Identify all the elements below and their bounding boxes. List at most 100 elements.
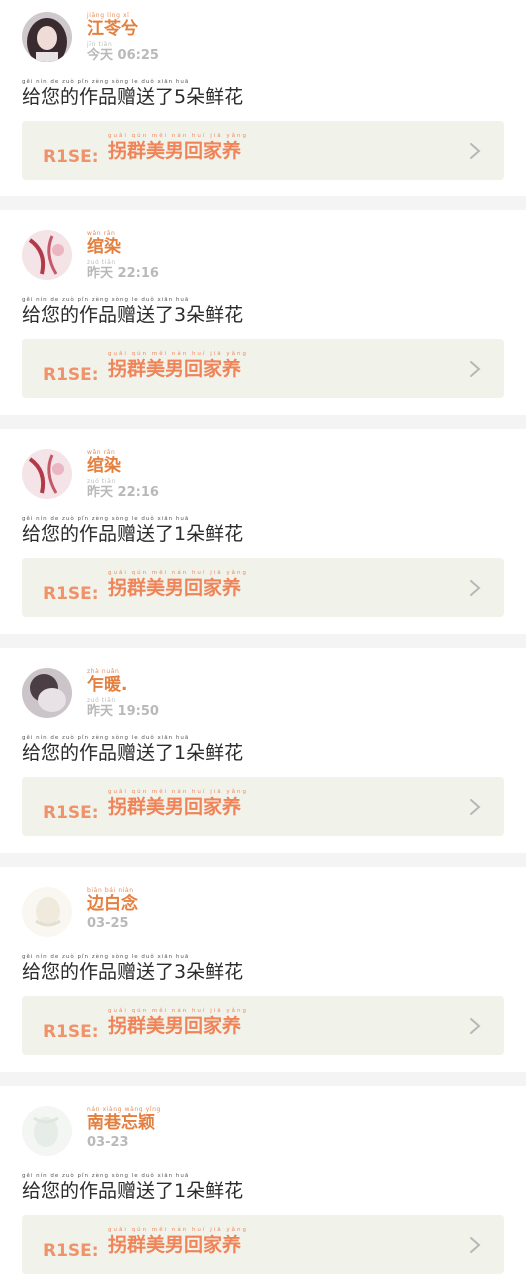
message-block: gěi nín de zuò pǐn zèng sòng le duǒ xiān… bbox=[22, 516, 243, 545]
work-title-block: guǎi qún měi nán huí jiā yǎng 拐群美男回家养 bbox=[108, 351, 248, 380]
name-pinyin: jiāng líng xī bbox=[87, 12, 130, 19]
avatar[interactable] bbox=[22, 887, 72, 937]
chevron-right-icon bbox=[470, 1018, 481, 1034]
time-pinyin: zuó tiān bbox=[87, 259, 116, 266]
work-pinyin: guǎi qún měi nán huí jiā yǎng bbox=[108, 1227, 248, 1233]
work-prefix: R1SE: bbox=[43, 1022, 99, 1042]
work-title: 拐群美男回家养 bbox=[108, 1015, 242, 1037]
chevron-right-icon bbox=[470, 143, 481, 159]
gift-message: 给您的作品赠送了1朵鲜花 bbox=[22, 523, 244, 545]
message-pinyin: gěi nín de zuò pǐn zèng sòng le duǒ xiān… bbox=[22, 735, 190, 741]
work-title: 拐群美男回家养 bbox=[108, 796, 242, 818]
work-title: 拐群美男回家养 bbox=[108, 1234, 242, 1256]
user-name-block[interactable]: biān bái niàn 边白念 bbox=[87, 887, 138, 914]
work-title-block: guǎi qún měi nán huí jiā yǎng 拐群美男回家养 bbox=[108, 133, 248, 162]
chevron-right-icon bbox=[470, 361, 481, 377]
timestamp-block: jīn tiān 今天 06:25 bbox=[87, 41, 159, 64]
chevron-right-icon bbox=[470, 1237, 481, 1253]
user-name-block[interactable]: nán xiàng wàng yǐng 南巷忘颖 bbox=[87, 1106, 161, 1133]
time-pinyin: zuó tiān bbox=[87, 697, 116, 704]
avatar[interactable] bbox=[22, 1106, 72, 1156]
timestamp-block: 03-23 bbox=[87, 1135, 129, 1151]
work-prefix: R1SE: bbox=[43, 1241, 99, 1261]
notification-card: wǎn rǎn 绾染 zuó tiān 昨天 22:16 gěi nín de … bbox=[0, 210, 526, 415]
timestamp-block: 03-25 bbox=[87, 916, 129, 932]
name-pinyin: nán xiàng wàng yǐng bbox=[87, 1106, 161, 1113]
name-pinyin: wǎn rǎn bbox=[87, 449, 116, 456]
gift-message: 给您的作品赠送了5朵鲜花 bbox=[22, 86, 244, 108]
work-title: 拐群美男回家养 bbox=[108, 577, 242, 599]
avatar[interactable] bbox=[22, 12, 72, 62]
avatar[interactable] bbox=[22, 449, 72, 499]
timestamp-block: zuó tiān 昨天 19:50 bbox=[87, 697, 159, 720]
message-pinyin: gěi nín de zuò pǐn zèng sòng le duǒ xiān… bbox=[22, 79, 190, 85]
user-name-block[interactable]: wǎn rǎn 绾染 bbox=[87, 230, 121, 257]
name-pinyin: biān bái niàn bbox=[87, 887, 134, 894]
user-name[interactable]: 南巷忘颖 bbox=[87, 1113, 161, 1133]
work-link[interactable]: R1SE: guǎi qún měi nán huí jiā yǎng 拐群美男… bbox=[22, 777, 504, 836]
user-name[interactable]: 绾染 bbox=[87, 456, 121, 476]
notification-card: jiāng líng xī 江苓兮 jīn tiān 今天 06:25 gěi … bbox=[0, 0, 526, 196]
work-prefix: R1SE: bbox=[43, 803, 99, 823]
message-pinyin: gěi nín de zuò pǐn zèng sòng le duǒ xiān… bbox=[22, 1173, 190, 1179]
message-block: gěi nín de zuò pǐn zèng sòng le duǒ xiān… bbox=[22, 735, 243, 764]
notification-card: nán xiàng wàng yǐng 南巷忘颖 03-23 gěi nín d… bbox=[0, 1086, 526, 1280]
work-pinyin: guǎi qún měi nán huí jiā yǎng bbox=[108, 351, 248, 357]
chevron-right-icon bbox=[470, 580, 481, 596]
user-name[interactable]: 边白念 bbox=[87, 894, 138, 914]
timestamp-block: zuó tiān 昨天 22:16 bbox=[87, 259, 159, 282]
gift-message: 给您的作品赠送了1朵鲜花 bbox=[22, 1180, 244, 1202]
work-pinyin: guǎi qún měi nán huí jiā yǎng bbox=[108, 789, 248, 795]
notification-card: wǎn rǎn 绾染 zuó tiān 昨天 22:16 gěi nín de … bbox=[0, 429, 526, 634]
work-title-block: guǎi qún měi nán huí jiā yǎng 拐群美男回家养 bbox=[108, 789, 248, 818]
name-pinyin: wǎn rǎn bbox=[87, 230, 116, 237]
work-prefix: R1SE: bbox=[43, 365, 99, 385]
user-name-block[interactable]: wǎn rǎn 绾染 bbox=[87, 449, 121, 476]
timestamp: 03-23 bbox=[87, 1135, 129, 1150]
timestamp: 03-25 bbox=[87, 916, 129, 931]
work-pinyin: guǎi qún měi nán huí jiā yǎng bbox=[108, 1008, 248, 1014]
avatar[interactable] bbox=[22, 230, 72, 280]
work-link[interactable]: R1SE: guǎi qún měi nán huí jiā yǎng 拐群美男… bbox=[22, 558, 504, 617]
notification-card: zhà nuǎn 乍暖. zuó tiān 昨天 19:50 gěi nín d… bbox=[0, 648, 526, 853]
work-title: 拐群美男回家养 bbox=[108, 358, 242, 380]
message-block: gěi nín de zuò pǐn zèng sòng le duǒ xiān… bbox=[22, 954, 243, 983]
message-pinyin: gěi nín de zuò pǐn zèng sòng le duǒ xiān… bbox=[22, 954, 190, 960]
work-title-block: guǎi qún měi nán huí jiā yǎng 拐群美男回家养 bbox=[108, 1008, 248, 1037]
user-name[interactable]: 绾染 bbox=[87, 237, 121, 257]
message-pinyin: gěi nín de zuò pǐn zèng sòng le duǒ xiān… bbox=[22, 516, 190, 522]
work-link[interactable]: R1SE: guǎi qún měi nán huí jiā yǎng 拐群美男… bbox=[22, 339, 504, 398]
message-block: gěi nín de zuò pǐn zèng sòng le duǒ xiān… bbox=[22, 1173, 243, 1202]
work-link[interactable]: R1SE: guǎi qún měi nán huí jiā yǎng 拐群美男… bbox=[22, 1215, 504, 1274]
timestamp: 昨天 22:16 bbox=[87, 266, 159, 281]
timestamp-block: zuó tiān 昨天 22:16 bbox=[87, 478, 159, 501]
message-block: gěi nín de zuò pǐn zèng sòng le duǒ xiān… bbox=[22, 79, 243, 108]
work-prefix: R1SE: bbox=[43, 147, 99, 167]
message-block: gěi nín de zuò pǐn zèng sòng le duǒ xiān… bbox=[22, 297, 243, 326]
avatar[interactable] bbox=[22, 668, 72, 718]
work-pinyin: guǎi qún měi nán huí jiā yǎng bbox=[108, 133, 248, 139]
user-name[interactable]: 江苓兮 bbox=[87, 19, 138, 39]
work-pinyin: guǎi qún měi nán huí jiā yǎng bbox=[108, 570, 248, 576]
chevron-right-icon bbox=[470, 799, 481, 815]
gift-message: 给您的作品赠送了3朵鲜花 bbox=[22, 304, 244, 326]
timestamp: 昨天 22:16 bbox=[87, 485, 159, 500]
user-name-block[interactable]: jiāng líng xī 江苓兮 bbox=[87, 12, 138, 39]
notification-feed: jiāng líng xī 江苓兮 jīn tiān 今天 06:25 gěi … bbox=[0, 0, 526, 1280]
work-title-block: guǎi qún měi nán huí jiā yǎng 拐群美男回家养 bbox=[108, 570, 248, 599]
notification-card: biān bái niàn 边白念 03-25 gěi nín de zuò p… bbox=[0, 867, 526, 1072]
work-link[interactable]: R1SE: guǎi qún měi nán huí jiā yǎng 拐群美男… bbox=[22, 121, 504, 180]
gift-message: 给您的作品赠送了3朵鲜花 bbox=[22, 961, 244, 983]
user-name-block[interactable]: zhà nuǎn 乍暖. bbox=[87, 668, 127, 695]
work-link[interactable]: R1SE: guǎi qún měi nán huí jiā yǎng 拐群美男… bbox=[22, 996, 504, 1055]
user-name[interactable]: 乍暖. bbox=[87, 675, 127, 695]
time-pinyin: zuó tiān bbox=[87, 478, 116, 485]
message-pinyin: gěi nín de zuò pǐn zèng sòng le duǒ xiān… bbox=[22, 297, 190, 303]
work-title: 拐群美男回家养 bbox=[108, 140, 242, 162]
gift-message: 给您的作品赠送了1朵鲜花 bbox=[22, 742, 244, 764]
time-pinyin: jīn tiān bbox=[87, 41, 113, 48]
work-prefix: R1SE: bbox=[43, 584, 99, 604]
timestamp: 昨天 19:50 bbox=[87, 704, 159, 719]
timestamp: 今天 06:25 bbox=[87, 48, 159, 63]
work-title-block: guǎi qún měi nán huí jiā yǎng 拐群美男回家养 bbox=[108, 1227, 248, 1256]
